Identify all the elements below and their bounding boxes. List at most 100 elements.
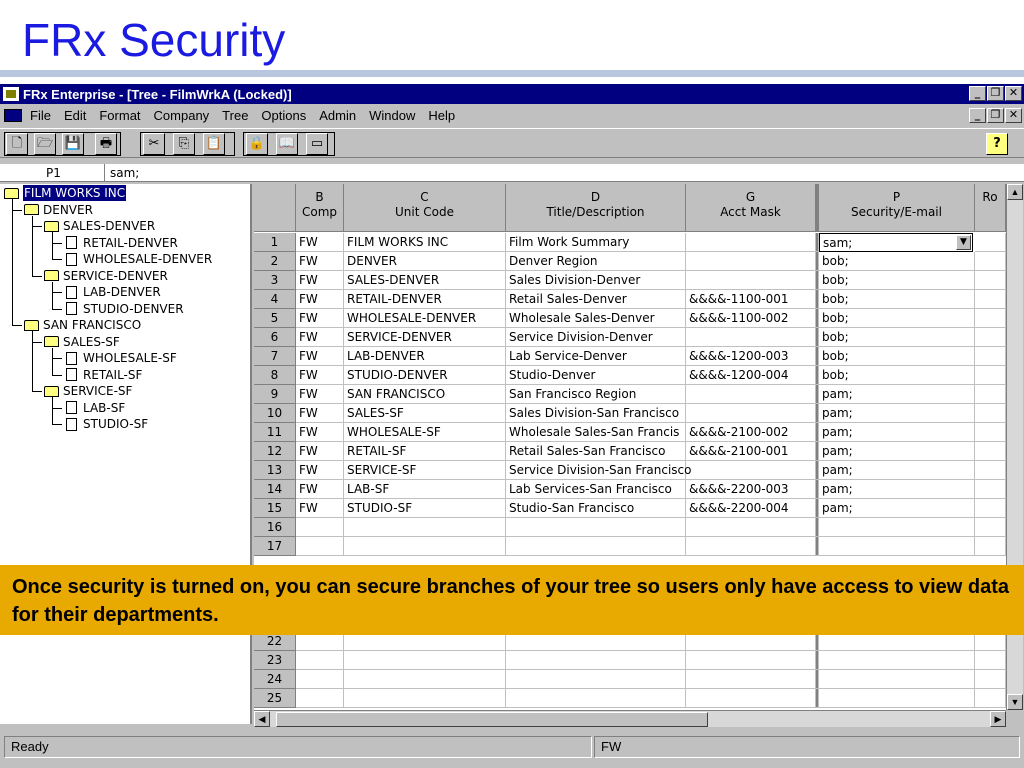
menu-file[interactable]: File bbox=[30, 108, 51, 123]
grid-cell[interactable] bbox=[686, 233, 816, 252]
grid-cell[interactable] bbox=[686, 271, 816, 290]
grid-cell[interactable]: Film Work Summary bbox=[506, 233, 686, 252]
row-header[interactable]: 12 bbox=[254, 442, 296, 461]
grid-cell[interactable] bbox=[686, 518, 816, 537]
grid-cell[interactable] bbox=[344, 670, 506, 689]
column-header[interactable]: D Title/Description bbox=[506, 184, 686, 232]
grid-cell[interactable]: bob; bbox=[819, 366, 975, 385]
menu-tree[interactable]: Tree bbox=[222, 108, 248, 123]
grid-cell[interactable]: &&&&-2200-003 bbox=[686, 480, 816, 499]
scroll-left-button[interactable]: ◀ bbox=[254, 711, 270, 727]
grid-cell[interactable] bbox=[296, 537, 344, 556]
menu-admin[interactable]: Admin bbox=[319, 108, 356, 123]
row-header[interactable]: 2 bbox=[254, 252, 296, 271]
grid-cell[interactable]: FW bbox=[296, 233, 344, 252]
grid-cell[interactable]: pam; bbox=[819, 461, 975, 480]
grid-cell[interactable] bbox=[975, 404, 1006, 423]
document-icon[interactable] bbox=[4, 109, 22, 122]
grid-cell[interactable] bbox=[819, 689, 975, 708]
column-header[interactable]: B Comp bbox=[296, 184, 344, 232]
grid-cell[interactable]: Wholesale Sales-Denver bbox=[506, 309, 686, 328]
grid-cell[interactable]: Sales Division-San Francisco bbox=[506, 404, 686, 423]
grid-cell[interactable]: FW bbox=[296, 499, 344, 518]
tree-node[interactable]: WHOLESALE-DENVER bbox=[64, 251, 212, 267]
tree-node[interactable]: LAB-SF bbox=[64, 400, 125, 416]
column-header[interactable]: P Security/E-mail bbox=[819, 184, 975, 232]
grid-cell[interactable] bbox=[686, 404, 816, 423]
grid-cell[interactable]: Studio-San Francisco bbox=[506, 499, 686, 518]
grid-cell[interactable]: pam; bbox=[819, 480, 975, 499]
grid-cell[interactable] bbox=[344, 689, 506, 708]
row-header[interactable]: 4 bbox=[254, 290, 296, 309]
grid-cell[interactable]: Sales Division-Denver bbox=[506, 271, 686, 290]
horizontal-scrollbar[interactable]: ◀ ▶ bbox=[254, 710, 1006, 727]
grid-cell[interactable]: pam; bbox=[819, 442, 975, 461]
row-header[interactable]: 15 bbox=[254, 499, 296, 518]
paste-icon[interactable]: 📋 bbox=[203, 133, 225, 155]
tree-node[interactable]: LAB-DENVER bbox=[64, 284, 161, 300]
grid-cell[interactable]: SAN FRANCISCO bbox=[344, 385, 506, 404]
app-icon[interactable] bbox=[3, 87, 19, 101]
tree-node[interactable]: STUDIO-DENVER bbox=[64, 301, 184, 317]
grid-cell[interactable]: pam; bbox=[819, 499, 975, 518]
tree-node[interactable]: SERVICE-DENVER bbox=[44, 268, 168, 284]
grid-cell[interactable]: pam; bbox=[819, 404, 975, 423]
grid-cell[interactable]: FW bbox=[296, 442, 344, 461]
grid-cell[interactable] bbox=[506, 689, 686, 708]
grid-cell[interactable]: bob; bbox=[819, 252, 975, 271]
tree-node[interactable]: WHOLESALE-SF bbox=[64, 350, 177, 366]
column-header[interactable]: Ro bbox=[975, 184, 1006, 232]
grid-cell[interactable]: Retail Sales-San Francisco bbox=[506, 442, 686, 461]
row-header[interactable]: 8 bbox=[254, 366, 296, 385]
row-header[interactable]: 17 bbox=[254, 537, 296, 556]
row-header[interactable]: 14 bbox=[254, 480, 296, 499]
menu-edit[interactable]: Edit bbox=[64, 108, 86, 123]
grid-cell[interactable] bbox=[975, 309, 1006, 328]
menu-format[interactable]: Format bbox=[99, 108, 140, 123]
grid-cell[interactable] bbox=[975, 461, 1006, 480]
grid-cell[interactable]: &&&&-2200-004 bbox=[686, 499, 816, 518]
grid-cell[interactable] bbox=[975, 480, 1006, 499]
grid-cell[interactable]: FW bbox=[296, 423, 344, 442]
grid-cell[interactable]: bob; bbox=[819, 309, 975, 328]
grid-cell[interactable] bbox=[686, 689, 816, 708]
dropdown-arrow-icon[interactable]: ▼ bbox=[956, 235, 971, 250]
grid-cell[interactable] bbox=[975, 442, 1006, 461]
grid-cell[interactable]: bob; bbox=[819, 290, 975, 309]
grid-cell[interactable]: FW bbox=[296, 290, 344, 309]
scroll-up-button[interactable]: ▲ bbox=[1007, 184, 1023, 200]
row-header[interactable]: 9 bbox=[254, 385, 296, 404]
grid-cell[interactable]: Service Division-Denver bbox=[506, 328, 686, 347]
grid-cell[interactable] bbox=[975, 689, 1006, 708]
grid-cell[interactable]: Denver Region bbox=[506, 252, 686, 271]
new-file-icon[interactable]: 🗋 bbox=[6, 133, 28, 155]
book-icon[interactable]: 📖 bbox=[276, 133, 298, 155]
grid-cell[interactable] bbox=[686, 537, 816, 556]
grid-cell[interactable]: &&&&-1200-004 bbox=[686, 366, 816, 385]
grid-cell[interactable] bbox=[344, 518, 506, 537]
horizontal-scroll-thumb[interactable] bbox=[276, 712, 708, 727]
grid-cell[interactable]: FW bbox=[296, 385, 344, 404]
restore-button[interactable]: ❐ bbox=[987, 86, 1004, 101]
grid-cell[interactable] bbox=[296, 689, 344, 708]
grid-cell[interactable]: &&&&-2100-001 bbox=[686, 442, 816, 461]
grid-cell[interactable]: San Francisco Region bbox=[506, 385, 686, 404]
grid-cell[interactable] bbox=[975, 328, 1006, 347]
grid-cell[interactable]: FILM WORKS INC bbox=[344, 233, 506, 252]
grid-cell[interactable]: Service Division-San Francisco bbox=[506, 461, 691, 480]
grid-corner[interactable] bbox=[254, 184, 296, 232]
grid-cell[interactable]: LAB-SF bbox=[344, 480, 506, 499]
column-header[interactable]: C Unit Code bbox=[344, 184, 506, 232]
grid-cell[interactable]: pam; bbox=[819, 423, 975, 442]
scroll-right-button[interactable]: ▶ bbox=[990, 711, 1006, 727]
grid-cell[interactable] bbox=[975, 385, 1006, 404]
grid-cell[interactable]: FW bbox=[296, 461, 344, 480]
minimize-button[interactable]: _ bbox=[969, 86, 986, 101]
grid-cell[interactable]: FW bbox=[296, 480, 344, 499]
grid-cell[interactable] bbox=[975, 537, 1006, 556]
grid-cell[interactable]: Lab Services-San Francisco bbox=[506, 480, 686, 499]
form-icon[interactable]: ▭ bbox=[306, 133, 328, 155]
grid-cell[interactable] bbox=[975, 670, 1006, 689]
grid-cell[interactable] bbox=[975, 347, 1006, 366]
grid-cell[interactable] bbox=[686, 461, 816, 480]
